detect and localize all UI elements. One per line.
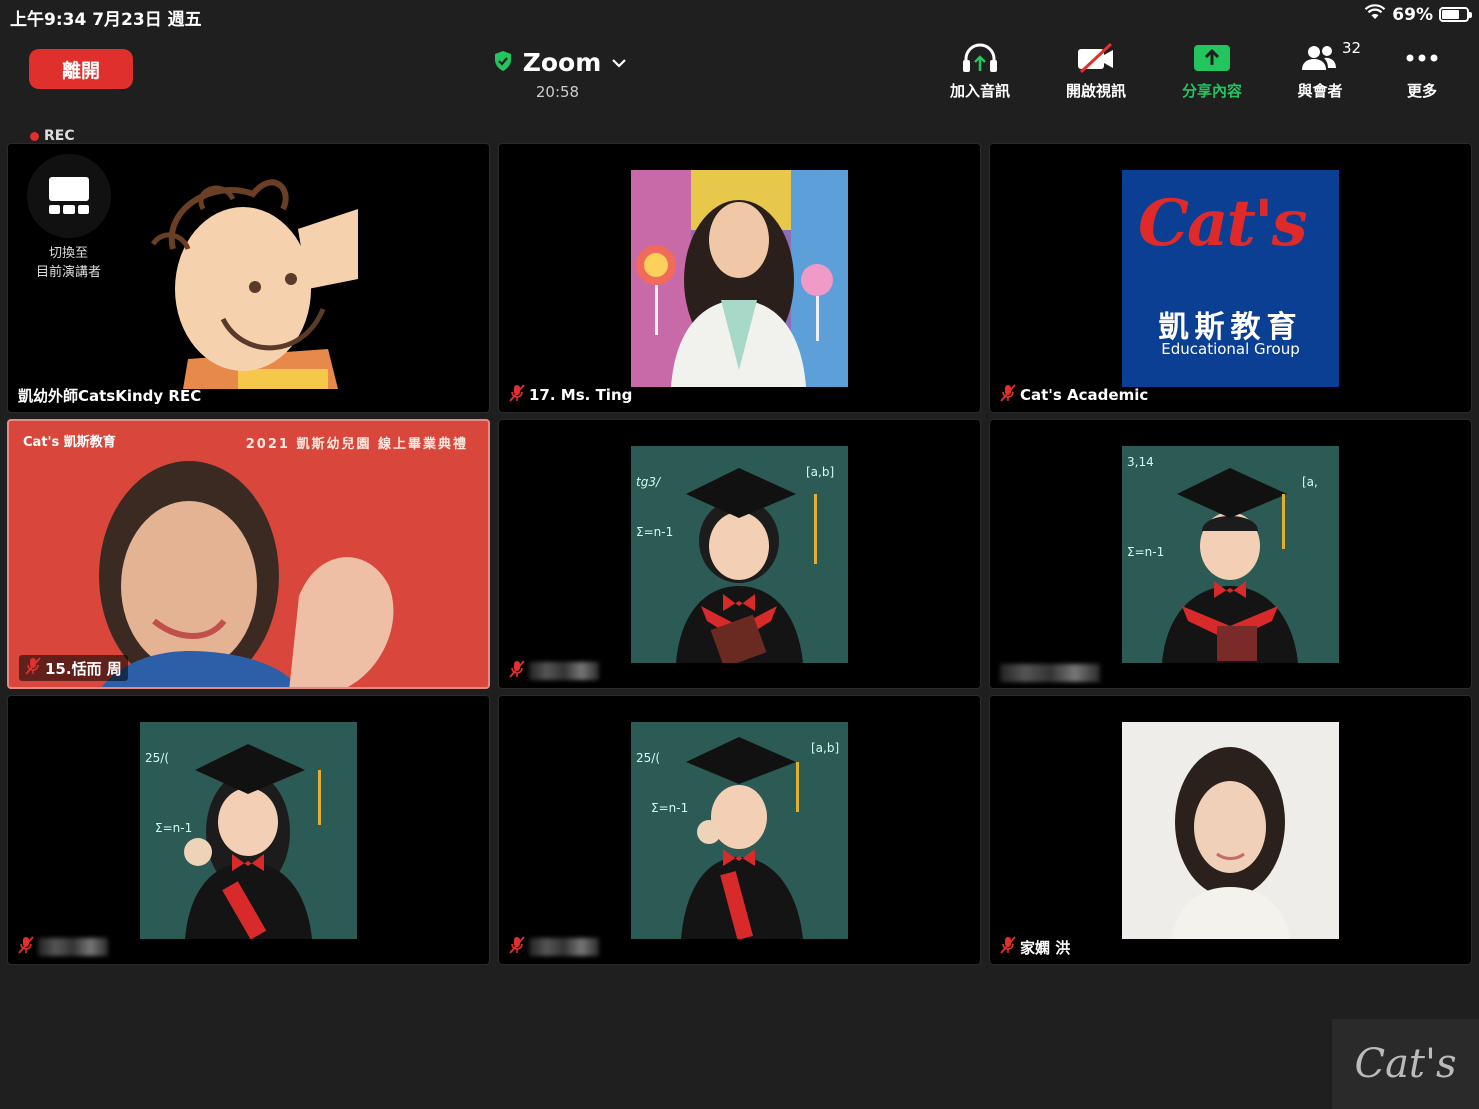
share-screen-icon	[1162, 40, 1262, 76]
battery-fill	[1442, 10, 1459, 19]
recording-indicator: REC	[30, 128, 75, 144]
tile-3-nameplate: Cat's Academic	[1000, 384, 1148, 406]
tile-8-nameplate	[509, 936, 599, 958]
graduate-photo-boy-2: 25/( Σ=n-1 [a,b]	[631, 722, 848, 939]
mic-muted-icon	[18, 936, 34, 958]
tile-7-nameplate	[18, 936, 108, 958]
svg-text:3,14: 3,14	[1127, 455, 1154, 469]
tile-9-name: 家嫻 洪	[1020, 938, 1071, 957]
tile-4-name: 15.恬而 周	[45, 659, 122, 678]
battery-icon	[1439, 7, 1472, 22]
switch-speaker-line2: 目前演講者	[35, 265, 101, 280]
video-tile-5[interactable]: tg3/ Σ=n-1 [a,b]	[498, 419, 981, 689]
switch-speaker-line1: 切換至	[48, 246, 88, 261]
tile-8-name-blurred	[529, 938, 599, 956]
participants-label: 與會者	[1297, 82, 1343, 100]
chevron-down-icon[interactable]	[611, 53, 627, 72]
more-dots-icon	[1372, 40, 1472, 76]
video-tile-3[interactable]: Cat's 凱斯教育 Educational Group Cat's Acade…	[989, 143, 1472, 413]
graduate-photo-boy: 3,14 Σ=n-1 [a,	[1122, 446, 1339, 663]
video-tile-4-active-speaker[interactable]: Cat's 凱斯教育 2021 凱斯幼兒園 線上畢業典禮 15.恬而 周	[7, 419, 490, 689]
battery-percent: 69%	[1392, 4, 1433, 25]
svg-text:Σ=n-1: Σ=n-1	[651, 801, 688, 815]
cats-logo-image: Cat's 凱斯教育 Educational Group	[1122, 170, 1339, 387]
logo-brand: Cat's	[1138, 186, 1308, 261]
status-time: 上午9:34 7月23日 週五	[10, 10, 202, 30]
video-tile-1[interactable]: 切換至 目前演講者 凱幼外師CatsKindy REC	[7, 143, 490, 413]
tile-5-nameplate	[509, 660, 599, 682]
svg-text:25/(: 25/(	[636, 751, 660, 765]
speaker-view-icon	[26, 154, 111, 238]
tile-6-name-blurred	[1000, 664, 1100, 682]
status-bar: 上午9:34 7月23日 週五 69%	[0, 0, 1479, 30]
video-off-icon	[1046, 40, 1146, 76]
share-content-button[interactable]: 分享內容	[1162, 40, 1262, 101]
svg-text:Σ=n-1: Σ=n-1	[636, 525, 673, 539]
video-tile-2[interactable]: 17. Ms. Ting	[498, 143, 981, 413]
participants-button[interactable]: 32 與會者	[1270, 39, 1370, 101]
mic-muted-icon	[1000, 384, 1016, 406]
status-right: 69%	[1364, 4, 1472, 25]
video-tile-8[interactable]: 25/( Σ=n-1 [a,b]	[498, 695, 981, 965]
video-tile-7[interactable]: 25/( Σ=n-1	[7, 695, 490, 965]
join-audio-button[interactable]: 加入音訊	[930, 40, 1030, 101]
leave-button[interactable]: 離開	[29, 49, 133, 89]
mic-muted-icon	[509, 384, 525, 406]
record-dot-icon	[30, 131, 39, 141]
svg-text:[a,b]: [a,b]	[811, 741, 839, 755]
participant-photo-teacher	[631, 170, 848, 387]
tile-9-nameplate: 家嫻 洪	[1000, 936, 1070, 958]
mic-muted-icon	[509, 936, 525, 958]
more-button[interactable]: 更多	[1372, 40, 1472, 101]
start-video-button[interactable]: 開啟視訊	[1046, 40, 1146, 101]
svg-text:tg3/: tg3/	[636, 475, 662, 489]
recording-label: REC	[44, 128, 75, 144]
video-tile-6[interactable]: 3,14 Σ=n-1 [a,	[989, 419, 1472, 689]
share-content-label: 分享內容	[1181, 82, 1242, 100]
mic-muted-icon	[509, 660, 525, 682]
start-video-label: 開啟視訊	[1065, 82, 1126, 100]
tile-1-name: 凱幼外師CatsKindy REC	[18, 387, 202, 405]
meeting-timer: 20:58	[535, 83, 580, 101]
tile-1-nameplate: 凱幼外師CatsKindy REC	[18, 385, 201, 406]
graduate-photo-girl-2: 25/( Σ=n-1	[140, 722, 357, 939]
join-audio-label: 加入音訊	[949, 82, 1010, 100]
speaker-video-image	[99, 461, 394, 687]
graduate-photo-girl: tg3/ Σ=n-1 [a,b]	[631, 446, 848, 663]
tile-3-name: Cat's Academic	[1020, 386, 1149, 404]
mic-muted-icon	[25, 657, 41, 679]
tile-5-name-blurred	[529, 662, 599, 680]
meeting-title: Zoom	[522, 48, 602, 77]
meeting-title-area[interactable]: Zoom 20:58	[480, 48, 640, 101]
cats-watermark: Cat's	[1332, 1019, 1479, 1109]
svg-text:Σ=n-1: Σ=n-1	[155, 821, 192, 835]
logo-english: Educational Group	[1161, 340, 1300, 358]
svg-text:Σ=n-1: Σ=n-1	[1127, 545, 1164, 559]
headphones-icon	[930, 40, 1030, 76]
wifi-icon	[1364, 4, 1386, 25]
svg-text:25/(: 25/(	[145, 751, 169, 765]
shield-check-icon	[493, 50, 513, 76]
tile-6-nameplate	[1000, 664, 1100, 682]
svg-text:[a,: [a,	[1302, 475, 1318, 489]
tile-7-name-blurred	[38, 938, 108, 956]
tile-4-nameplate: 15.恬而 周	[19, 655, 128, 681]
tile-2-name: 17. Ms. Ting	[529, 386, 633, 404]
switch-speaker-button[interactable]: 切換至 目前演講者	[26, 154, 111, 280]
video-tile-9[interactable]: 家嫻 洪	[989, 695, 1472, 965]
watermark-text: Cat's	[1354, 1041, 1457, 1087]
svg-text:[a,b]: [a,b]	[806, 465, 834, 479]
participant-count: 32	[1342, 39, 1362, 57]
more-label: 更多	[1406, 82, 1437, 100]
mic-muted-icon	[1000, 936, 1016, 958]
participant-photo-woman	[1122, 722, 1339, 939]
cartoon-avatar-image	[150, 179, 358, 389]
tile-2-nameplate: 17. Ms. Ting	[509, 384, 632, 406]
